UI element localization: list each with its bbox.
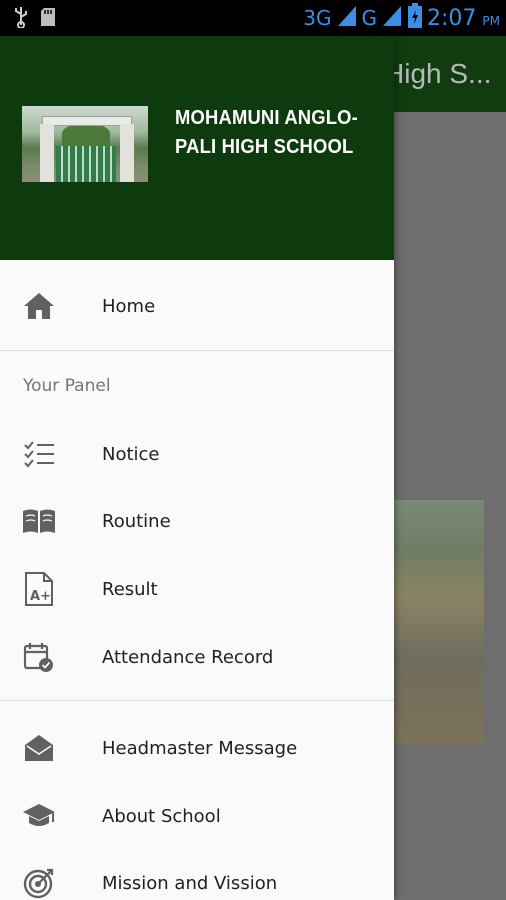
- signal-icon: [336, 4, 358, 32]
- usb-icon: [14, 6, 28, 32]
- menu-item-label: Routine: [102, 510, 171, 532]
- status-bar: 3G G 2:07 PM: [0, 0, 506, 36]
- envelope-open-icon: [22, 731, 56, 765]
- calendar-check-icon: [22, 640, 56, 674]
- clock-ampm: PM: [482, 14, 500, 28]
- menu-item-mission-and-vission[interactable]: Mission and Vission: [0, 853, 394, 900]
- section-title: Your Panel: [23, 376, 111, 396]
- menu-item-routine[interactable]: Routine: [0, 491, 394, 551]
- svg-text:A+: A+: [30, 589, 51, 604]
- menu-item-about-school[interactable]: About School: [0, 786, 394, 846]
- drawer-header: MOHAMUNI ANGLO-PALI HIGH SCHOOL: [0, 36, 394, 260]
- menu-item-label: Notice: [102, 443, 160, 465]
- graduation-cap-icon: [22, 799, 56, 833]
- menu-item-notice[interactable]: Notice: [0, 424, 394, 484]
- grade-document-icon: A+: [22, 572, 56, 606]
- school-gate-photo: [22, 106, 148, 182]
- menu-item-headmaster-message[interactable]: Headmaster Message: [0, 718, 394, 778]
- battery-icon: [407, 3, 423, 33]
- book-icon: [22, 504, 56, 538]
- target-icon: [22, 866, 56, 900]
- content-image: [394, 500, 484, 744]
- toolbar-title: High S...: [384, 58, 492, 89]
- home-icon: [22, 289, 56, 323]
- menu-item-home[interactable]: Home: [0, 276, 394, 336]
- menu-item-attendance-record[interactable]: Attendance Record: [0, 627, 394, 687]
- menu-item-label: Attendance Record: [102, 646, 274, 668]
- school-name: MOHAMUNI ANGLO-PALI HIGH SCHOOL: [175, 107, 358, 158]
- divider: [0, 700, 394, 701]
- checklist-icon: [22, 437, 56, 471]
- menu-item-label: About School: [102, 805, 221, 827]
- menu-item-label: Mission and Vission: [102, 872, 278, 894]
- menu-item-label: Headmaster Message: [102, 737, 298, 759]
- clock-time: 2:07: [427, 5, 477, 31]
- divider: [0, 350, 394, 351]
- menu-item-result[interactable]: A+ Result: [0, 559, 394, 619]
- network-3g-text: 3G: [303, 6, 332, 30]
- menu-item-label: Result: [102, 578, 158, 600]
- network-g-text: G: [361, 6, 378, 30]
- navigation-drawer: MOHAMUNI ANGLO-PALI HIGH SCHOOL Home You…: [0, 36, 394, 900]
- menu-item-label: Home: [102, 295, 156, 317]
- sdcard-icon: [40, 7, 56, 31]
- signal-icon: [381, 4, 403, 32]
